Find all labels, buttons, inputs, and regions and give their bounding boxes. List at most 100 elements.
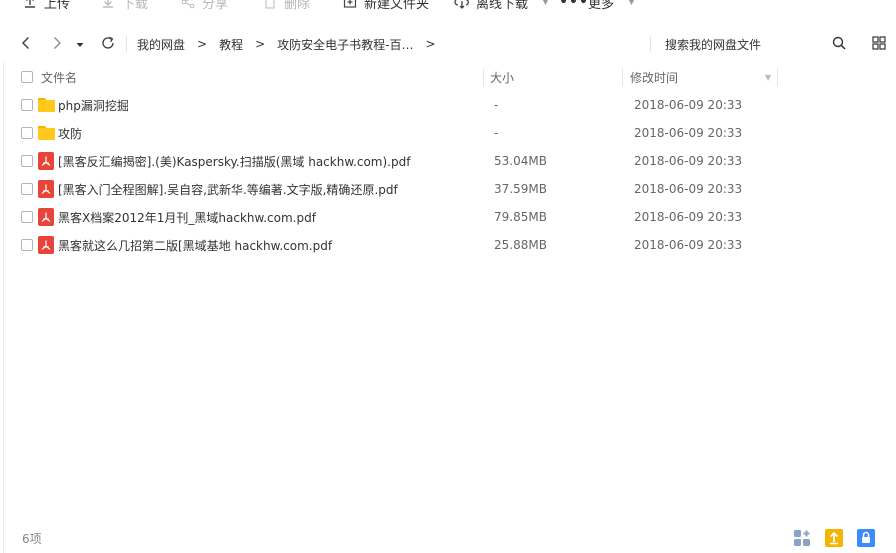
table-row[interactable]: [黑客入门全程图解].吴自容,武新华.等编著.文字版,精确还原.pdf 37.5… xyxy=(0,175,896,203)
sort-caret-icon[interactable]: ▼ xyxy=(765,66,771,88)
checkbox[interactable] xyxy=(21,239,33,251)
refresh-icon xyxy=(101,36,115,53)
search-input[interactable]: 搜索我的网盘文件 xyxy=(665,26,761,62)
search-button[interactable] xyxy=(830,26,848,62)
folder-plus-icon xyxy=(342,0,358,10)
pdf-icon xyxy=(38,203,54,231)
file-modified: 2018-06-09 20:33 xyxy=(634,126,743,140)
offline-download-button[interactable]: 离线下载 ▼ xyxy=(454,0,549,13)
upload-button[interactable]: 上传 xyxy=(22,0,70,13)
caret-down-icon xyxy=(76,37,84,51)
file-size: - xyxy=(494,126,499,140)
column-divider xyxy=(483,68,484,86)
folder-icon xyxy=(38,119,55,147)
table-row[interactable]: 攻防 - 2018-06-09 20:33 xyxy=(0,119,896,147)
file-name[interactable]: 黑客就这么几招第二版[黑域基地 hackhw.com.pdf xyxy=(58,231,332,259)
column-header-name[interactable]: 文件名 xyxy=(41,66,77,88)
delete-label: 删除 xyxy=(284,0,311,12)
file-size: - xyxy=(494,98,499,112)
share-icon xyxy=(180,0,196,10)
breadcrumb: 我的网盘 > 教程 > 攻防安全电子书教程-百… > xyxy=(137,26,448,62)
checkbox[interactable] xyxy=(21,211,33,223)
select-all-checkbox[interactable] xyxy=(21,66,33,88)
more-label: 更多 xyxy=(588,0,615,12)
file-name[interactable]: 黑客X档案2012年1月刊_黑域hackhw.com.pdf xyxy=(58,203,316,231)
file-name[interactable]: php漏洞挖掘 xyxy=(58,91,129,119)
history-dropdown-button[interactable] xyxy=(72,26,88,62)
nav-divider xyxy=(126,36,127,52)
checkbox[interactable] xyxy=(21,127,33,139)
breadcrumb-separator: > xyxy=(255,37,266,51)
offline-download-dropdown-icon[interactable]: ▼ xyxy=(542,0,549,7)
row-checkbox[interactable] xyxy=(21,175,33,203)
download-icon xyxy=(100,0,116,10)
refresh-button[interactable] xyxy=(98,26,118,62)
file-modified: 2018-06-09 20:33 xyxy=(634,238,743,252)
file-name[interactable]: [黑客入门全程图解].吴自容,武新华.等编著.文字版,精确还原.pdf xyxy=(58,175,398,203)
breadcrumb-item[interactable]: 教程 xyxy=(219,36,243,53)
breadcrumb-separator: > xyxy=(197,37,208,51)
row-checkbox[interactable] xyxy=(21,119,33,147)
table-row[interactable]: 黑客就这么几招第二版[黑域基地 hackhw.com.pdf 25.88MB 2… xyxy=(0,231,896,259)
row-checkbox[interactable] xyxy=(21,231,33,259)
column-divider xyxy=(622,68,623,86)
new-folder-button[interactable]: 新建文件夹 xyxy=(342,0,429,13)
search-divider xyxy=(650,36,651,52)
row-checkbox[interactable] xyxy=(21,147,33,175)
pdf-icon xyxy=(38,231,54,259)
upload-arrow-icon xyxy=(825,528,843,550)
folder-icon xyxy=(38,91,55,119)
checkbox[interactable] xyxy=(21,183,33,195)
breadcrumb-separator: > xyxy=(425,37,436,51)
delete-button[interactable]: 删除 xyxy=(262,0,310,13)
file-name[interactable]: [黑客反汇编揭密].(美)Kaspersky.扫描版(黑域 hackhw.com… xyxy=(58,147,410,175)
file-modified: 2018-06-09 20:33 xyxy=(634,154,743,168)
transfer-button[interactable] xyxy=(825,528,843,550)
grid-view-icon xyxy=(872,35,886,53)
download-label: 下载 xyxy=(122,0,149,12)
row-checkbox[interactable] xyxy=(21,91,33,119)
column-divider xyxy=(777,68,778,86)
back-button[interactable] xyxy=(16,26,36,62)
item-count: 6项 xyxy=(22,531,42,546)
app-grid-button[interactable] xyxy=(793,529,811,548)
navigation-bar: 我的网盘 > 教程 > 攻防安全电子书教程-百… > 搜索我的网盘文件 xyxy=(0,26,896,62)
checkbox[interactable] xyxy=(21,99,33,111)
file-modified: 2018-06-09 20:33 xyxy=(634,98,743,112)
table-row[interactable]: 黑客X档案2012年1月刊_黑域hackhw.com.pdf 79.85MB 2… xyxy=(0,203,896,231)
ellipsis-icon: ••• xyxy=(559,0,589,10)
status-bar: 6项 xyxy=(0,523,896,553)
file-size: 79.85MB xyxy=(494,210,547,224)
column-header-modified[interactable]: 修改时间 xyxy=(630,66,678,88)
row-checkbox[interactable] xyxy=(21,203,33,231)
cloud-download-icon xyxy=(454,0,470,10)
breadcrumb-item[interactable]: 攻防安全电子书教程-百… xyxy=(277,36,413,53)
share-button[interactable]: 分享 xyxy=(180,0,228,13)
checkbox[interactable] xyxy=(21,155,33,167)
chevron-left-icon xyxy=(21,36,31,53)
file-modified: 2018-06-09 20:33 xyxy=(634,182,743,196)
column-header-size[interactable]: 大小 xyxy=(490,66,514,88)
view-toggle-button[interactable] xyxy=(870,26,888,62)
search-icon xyxy=(832,36,846,53)
table-header: 文件名 大小 修改时间 ▼ xyxy=(0,66,896,88)
upload-label: 上传 xyxy=(44,0,71,12)
forward-button[interactable] xyxy=(47,26,67,62)
download-button[interactable]: 下载 xyxy=(100,0,148,13)
file-size: 37.59MB xyxy=(494,182,547,196)
table-row[interactable]: [黑客反汇编揭密].(美)Kaspersky.扫描版(黑域 hackhw.com… xyxy=(0,147,896,175)
file-name[interactable]: 攻防 xyxy=(58,119,82,147)
table-row[interactable]: php漏洞挖掘 - 2018-06-09 20:33 xyxy=(0,91,896,119)
lock-icon xyxy=(857,528,875,550)
file-list: php漏洞挖掘 - 2018-06-09 20:33 攻防 - 2018-06-… xyxy=(0,91,896,259)
more-dropdown-icon[interactable]: ▼ xyxy=(628,0,635,7)
new-folder-label: 新建文件夹 xyxy=(364,0,430,12)
trash-icon xyxy=(262,0,278,10)
chevron-right-icon xyxy=(52,36,62,53)
breadcrumb-item[interactable]: 我的网盘 xyxy=(137,36,185,53)
safe-box-button[interactable] xyxy=(857,528,875,550)
more-button[interactable]: ••• 更多 ▼ xyxy=(559,0,635,13)
pdf-icon xyxy=(38,175,54,203)
checkbox[interactable] xyxy=(21,71,33,83)
toolbar: 上传 下载 分享 删除 新建文件夹 离线下载 ▼ ••• 更多 ▼ xyxy=(0,0,896,13)
